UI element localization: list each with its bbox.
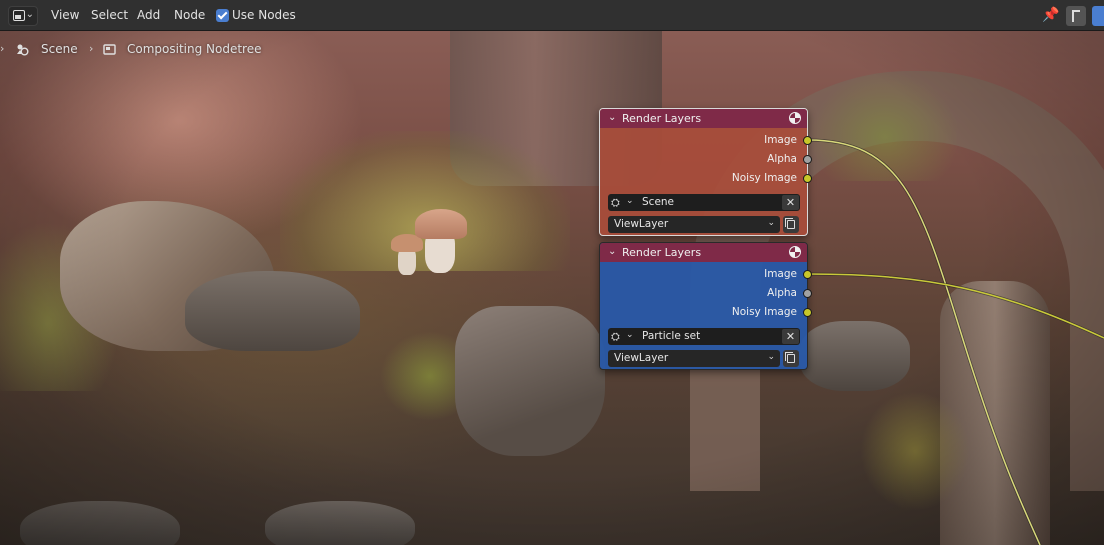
render-layers-node-1[interactable]: ⌄ Render Layers Image Alpha Noisy Image … — [599, 108, 812, 236]
chevron-down-icon: ⌄ — [626, 196, 634, 206]
scene-icon — [17, 44, 29, 56]
node-title: Render Layers — [622, 112, 702, 125]
scene-name: Scene — [642, 196, 675, 208]
backdrop-toggle-button[interactable] — [1092, 6, 1104, 26]
output-alpha-socket[interactable] — [803, 155, 812, 164]
vignette — [0, 31, 1104, 545]
menu-add[interactable]: Add — [137, 8, 160, 22]
unlink-scene-button[interactable]: ✕ — [782, 329, 799, 344]
copy-icon[interactable] — [783, 216, 799, 233]
chevron-down-icon: ⌄ — [767, 352, 775, 362]
output-noisy-image-label: Noisy Image — [731, 172, 797, 184]
node-header[interactable]: ⌄ Render Layers — [600, 109, 807, 128]
chevron-right-icon: › — [0, 42, 5, 55]
copy-icon[interactable] — [783, 350, 799, 367]
view-layer-dropdown[interactable]: ViewLayer ⌄ — [608, 216, 780, 233]
output-noisy-image-socket[interactable] — [803, 174, 812, 183]
editor-type-selector[interactable]: ⌄ — [8, 6, 38, 26]
parent-node-tree-button[interactable] — [1066, 6, 1086, 26]
view-layer-name: ViewLayer — [614, 218, 669, 230]
menu-node[interactable]: Node — [174, 8, 205, 22]
menu-view[interactable]: View — [51, 8, 79, 22]
output-image-socket[interactable] — [803, 136, 812, 145]
collapse-arrow-icon[interactable]: ⌄ — [608, 246, 616, 257]
preview-toggle-icon[interactable] — [789, 112, 801, 124]
output-alpha-socket[interactable] — [803, 289, 812, 298]
editor-header: ⌄ View Select Add Node Use Nodes 📌 — [0, 0, 1104, 31]
breadcrumb-nodetree[interactable]: Compositing Nodetree — [127, 42, 262, 56]
use-nodes-label[interactable]: Use Nodes — [232, 8, 296, 22]
view-layer-name: ViewLayer — [614, 352, 669, 364]
output-alpha-label: Alpha — [767, 287, 797, 299]
chevron-down-icon: ⌄ — [767, 218, 775, 228]
scene-selector[interactable]: ⛭ ⌄ Scene ✕ — [608, 194, 800, 211]
unlink-scene-button[interactable]: ✕ — [782, 195, 799, 210]
scene-icon: ⛭ — [611, 330, 620, 343]
node-title: Render Layers — [622, 246, 702, 259]
chevron-down-icon: ⌄ — [25, 9, 34, 20]
node-header[interactable]: ⌄ Render Layers — [600, 243, 807, 262]
output-image-socket[interactable] — [803, 270, 812, 279]
chevron-right-icon: › — [89, 42, 94, 55]
render-layers-node-2[interactable]: ⌄ Render Layers Image Alpha Noisy Image … — [599, 242, 812, 370]
scene-icon: ⛭ — [611, 196, 620, 209]
compositor-backdrop — [0, 31, 1104, 545]
chevron-down-icon: ⌄ — [626, 330, 634, 340]
output-alpha-label: Alpha — [767, 153, 797, 165]
use-nodes-checkbox[interactable] — [216, 9, 229, 22]
view-layer-dropdown[interactable]: ViewLayer ⌄ — [608, 350, 780, 367]
scene-name: Particle set — [642, 330, 701, 342]
output-image-label: Image — [764, 134, 797, 146]
collapse-arrow-icon[interactable]: ⌄ — [608, 112, 616, 123]
menu-select[interactable]: Select — [91, 8, 128, 22]
compositor-icon — [13, 10, 25, 21]
output-noisy-image-label: Noisy Image — [731, 306, 797, 318]
pin-icon[interactable]: 📌 — [1042, 7, 1059, 23]
breadcrumb-scene[interactable]: Scene — [41, 42, 78, 56]
output-noisy-image-socket[interactable] — [803, 308, 812, 317]
scene-selector[interactable]: ⛭ ⌄ Particle set ✕ — [608, 328, 800, 345]
nodetree-icon — [103, 44, 116, 55]
output-image-label: Image — [764, 268, 797, 280]
preview-toggle-icon[interactable] — [789, 246, 801, 258]
